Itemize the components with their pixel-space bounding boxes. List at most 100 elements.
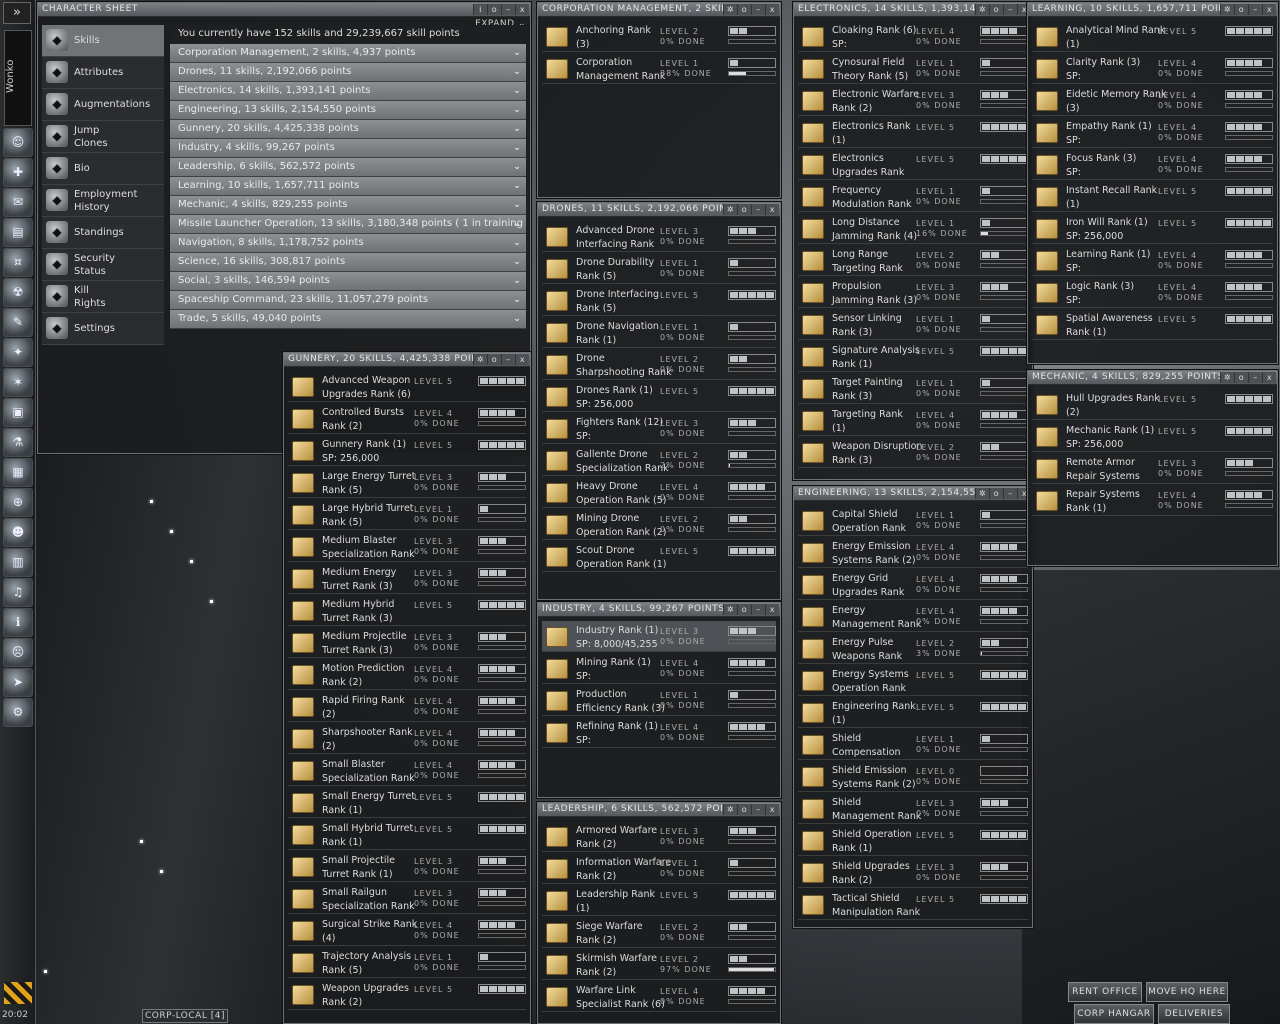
assets-icon[interactable]: ▣	[3, 398, 33, 427]
skill-row[interactable]: Energy Grid Upgrades Rank LEVEL 4 0% DONE	[798, 569, 1028, 600]
skill-row[interactable]: Spatial Awareness Rank (1) LEVEL 5	[1032, 309, 1273, 340]
skill-row[interactable]: Fighters Rank (12) SP: LEVEL 3 0% DONE	[542, 413, 776, 444]
close-icon[interactable]: x	[1262, 4, 1276, 15]
skill-row[interactable]: Scout Drone Operation Rank (1) LEVEL 5	[542, 541, 776, 572]
nav-item-security-status[interactable]: ◆ Security Status	[42, 249, 164, 281]
character-icon[interactable]: ☺	[3, 128, 33, 157]
people-icon[interactable]: ☻	[3, 518, 33, 547]
chevron-down-icon[interactable]: ⌄	[510, 217, 524, 231]
skill-row[interactable]: Small Railgun Specialization Rank LEVEL 3…	[288, 883, 526, 914]
skill-row[interactable]: Logic Rank (3) SP: LEVEL 4 0% DONE	[1032, 277, 1273, 308]
skill-row[interactable]: Capital Shield Operation Rank LEVEL 1 0% …	[798, 505, 1028, 536]
market-icon[interactable]: ¤	[3, 248, 33, 277]
chevron-down-icon[interactable]: ⌄	[510, 293, 524, 307]
nav-item-settings[interactable]: ◆ Settings	[42, 313, 164, 345]
minimize-icon[interactable]: –	[751, 4, 765, 15]
skill-group-row[interactable]: Engineering, 13 skills, 2,154,550 points…	[170, 101, 526, 120]
starmap-icon[interactable]: ✶	[3, 368, 33, 397]
skill-row[interactable]: Small Energy Turret Rank (1) LEVEL 5	[288, 787, 526, 818]
skill-group-row[interactable]: Spaceship Command, 23 skills, 11,057,279…	[170, 291, 526, 310]
skill-row[interactable]: Armored Warfare Rank (2) LEVEL 3 0% DONE	[542, 821, 776, 852]
skill-group-row[interactable]: Drones, 11 skills, 2,192,066 points ⌄	[170, 63, 526, 82]
skill-row[interactable]: Shield Upgrades Rank (2) LEVEL 3 0% DONE	[798, 857, 1028, 888]
close-icon[interactable]: x	[515, 354, 529, 365]
skill-row[interactable]: Industry Rank (1) SP: 8,000/45,255 LEVEL …	[542, 621, 776, 652]
window-header[interactable]: MECHANIC, 4 SKILLS, 829,255 POINTS ✲ o – x	[1028, 371, 1277, 385]
skill-row[interactable]: Siege Warfare Rank (2) LEVEL 2 0% DONE	[542, 917, 776, 948]
skill-row[interactable]: Skirmish Warfare Rank (2) LEVEL 2 97% DON…	[542, 949, 776, 980]
nav-item-augmentations[interactable]: ◆ Augmentations	[42, 89, 164, 121]
gear-icon[interactable]: ✲	[975, 488, 989, 499]
skill-row[interactable]: Drone Navigation Rank (1) LEVEL 1 0% DONE	[542, 317, 776, 348]
skill-row[interactable]: Production Efficiency Rank (3) LEVEL 1 0%…	[542, 685, 776, 716]
skill-group-row[interactable]: Corporation Management, 2 skills, 4,937 …	[170, 44, 526, 63]
rent-office-button[interactable]: RENT OFFICE	[1068, 982, 1142, 1002]
skill-row[interactable]: Energy Management Rank LEVEL 4 0% DONE	[798, 601, 1028, 632]
skill-row[interactable]: Instant Recall Rank (1) LEVEL 5	[1032, 181, 1273, 212]
skill-row[interactable]: Tactical Shield Manipulation Rank LEVEL 5	[798, 889, 1028, 920]
minimize-icon[interactable]: –	[501, 4, 515, 15]
skill-row[interactable]: Medium Blaster Specialization Rank LEVEL …	[288, 531, 526, 562]
skill-row[interactable]: Remote Armor Repair Systems LEVEL 3 0% DO…	[1032, 453, 1273, 484]
pin-icon[interactable]: o	[1234, 4, 1248, 15]
skill-group-row[interactable]: Gunnery, 20 skills, 4,425,338 points ⌄	[170, 120, 526, 139]
science-icon[interactable]: ⚗	[3, 428, 33, 457]
fitting-icon[interactable]: ⚙	[3, 698, 33, 727]
skill-group-row[interactable]: Industry, 4 skills, 99,267 points ⌄	[170, 139, 526, 158]
pin-icon[interactable]: o	[989, 488, 1003, 499]
skill-row[interactable]: Shield Operation Rank (1) LEVEL 5	[798, 825, 1028, 856]
nav-item-kill-rights[interactable]: ◆ Kill Rights	[42, 281, 164, 313]
skill-row[interactable]: Medium Projectile Turret Rank (3) LEVEL 3…	[288, 627, 526, 658]
skill-row[interactable]: Weapon Upgrades Rank (2) LEVEL 5	[288, 979, 526, 1010]
skill-row[interactable]: Drone Interfacing Rank (5) LEVEL 5	[542, 285, 776, 316]
journal-icon[interactable]: ▥	[3, 548, 33, 577]
gear-icon[interactable]: ✲	[975, 4, 989, 15]
skill-row[interactable]: Electronics Rank (1) LEVEL 5	[798, 117, 1028, 148]
chevron-down-icon[interactable]: ⌄	[510, 312, 524, 326]
chevron-down-icon[interactable]: ⌄	[510, 103, 524, 117]
skill-row[interactable]: Large Hybrid Turret Rank (5) LEVEL 1 0% D…	[288, 499, 526, 530]
chevron-down-icon[interactable]: ⌄	[510, 46, 524, 60]
skill-row[interactable]: Sharpshooter Rank (2) LEVEL 4 0% DONE	[288, 723, 526, 754]
skill-row[interactable]: Eidetic Memory Rank (3) LEVEL 4 0% DONE	[1032, 85, 1273, 116]
mail-icon[interactable]: ✉	[3, 188, 33, 217]
skill-row[interactable]: Clarity Rank (3) SP: LEVEL 4 0% DONE	[1032, 53, 1273, 84]
skill-row[interactable]: Frequency Modulation Rank LEVEL 1 0% DONE	[798, 181, 1028, 212]
calculator-icon[interactable]: ▦	[3, 458, 33, 487]
skill-row[interactable]: Shield Management Rank LEVEL 3 0% DONE	[798, 793, 1028, 824]
gear-icon[interactable]: ✲	[723, 804, 737, 815]
chevron-down-icon[interactable]: ⌄	[510, 236, 524, 250]
character-name[interactable]: Wonko	[4, 30, 32, 126]
minimize-icon[interactable]: –	[1003, 488, 1017, 499]
gear-icon[interactable]: ✲	[723, 204, 737, 215]
info-icon[interactable]: i	[473, 4, 487, 15]
skill-row[interactable]: Sensor Linking Rank (3) LEVEL 1 0% DONE	[798, 309, 1028, 340]
skill-row[interactable]: Mining Drone Operation Rank (2) LEVEL 2 0…	[542, 509, 776, 540]
skill-row[interactable]: Leadership Rank (1) LEVEL 5	[542, 885, 776, 916]
skill-row[interactable]: Controlled Bursts Rank (2) LEVEL 4 0% DON…	[288, 403, 526, 434]
skill-group-row[interactable]: Navigation, 8 skills, 1,178,752 points ⌄	[170, 234, 526, 253]
audio-icon[interactable]: ♫	[3, 578, 33, 607]
skill-group-row[interactable]: Learning, 10 skills, 1,657,711 points ⌄	[170, 177, 526, 196]
skill-row[interactable]: Mining Rank (1) SP: LEVEL 4 0% DONE	[542, 653, 776, 684]
skill-group-row[interactable]: Missile Launcher Operation, 13 skills, 3…	[170, 215, 526, 247]
skill-row[interactable]: Hull Upgrades Rank (2) LEVEL 5	[1032, 389, 1273, 420]
nav-item-attributes[interactable]: ◆ Attributes	[42, 57, 164, 89]
ship-icon[interactable]: ➤	[3, 668, 33, 697]
chevron-down-icon[interactable]: ⌄	[510, 84, 524, 98]
pin-icon[interactable]: o	[737, 204, 751, 215]
skill-row[interactable]: Information Warfare Rank (2) LEVEL 1 0% D…	[542, 853, 776, 884]
skill-row[interactable]: Motion Prediction Rank (2) LEVEL 4 0% DON…	[288, 659, 526, 690]
skill-row[interactable]: Energy Emission Systems Rank (2) LEVEL 4 …	[798, 537, 1028, 568]
help-icon[interactable]: ⊕	[3, 488, 33, 517]
chevron-down-icon[interactable]: ⌄	[510, 274, 524, 288]
skill-row[interactable]: Surgical Strike Rank (4) LEVEL 4 0% DONE	[288, 915, 526, 946]
skill-group-row[interactable]: Electronics, 14 skills, 1,393,141 points…	[170, 82, 526, 101]
move-hq-button[interactable]: MOVE HQ HERE	[1146, 982, 1228, 1002]
skill-row[interactable]: Warfare Link Specialist Rank (6) LEVEL 4 …	[542, 981, 776, 1012]
skill-row[interactable]: Target Painting Rank (3) LEVEL 1 0% DONE	[798, 373, 1028, 404]
skill-row[interactable]: Long Distance Jamming Rank (4) LEVEL 1 16…	[798, 213, 1028, 244]
window-header[interactable]: GUNNERY, 20 SKILLS, 4,425,338 POINT ✲ o – x	[284, 353, 530, 367]
skill-row[interactable]: Anchoring Rank (3) LEVEL 2 0% DONE	[542, 21, 776, 52]
nav-item-jump-clones[interactable]: ◆ Jump Clones	[42, 121, 164, 153]
